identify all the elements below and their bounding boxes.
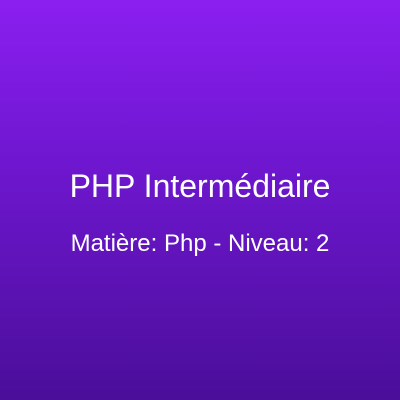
course-title: PHP Intermédiaire xyxy=(69,168,331,204)
course-card: PHP Intermédiaire Matière: Php - Niveau:… xyxy=(0,0,400,400)
course-subtitle: Matière: Php - Niveau: 2 xyxy=(70,230,330,257)
